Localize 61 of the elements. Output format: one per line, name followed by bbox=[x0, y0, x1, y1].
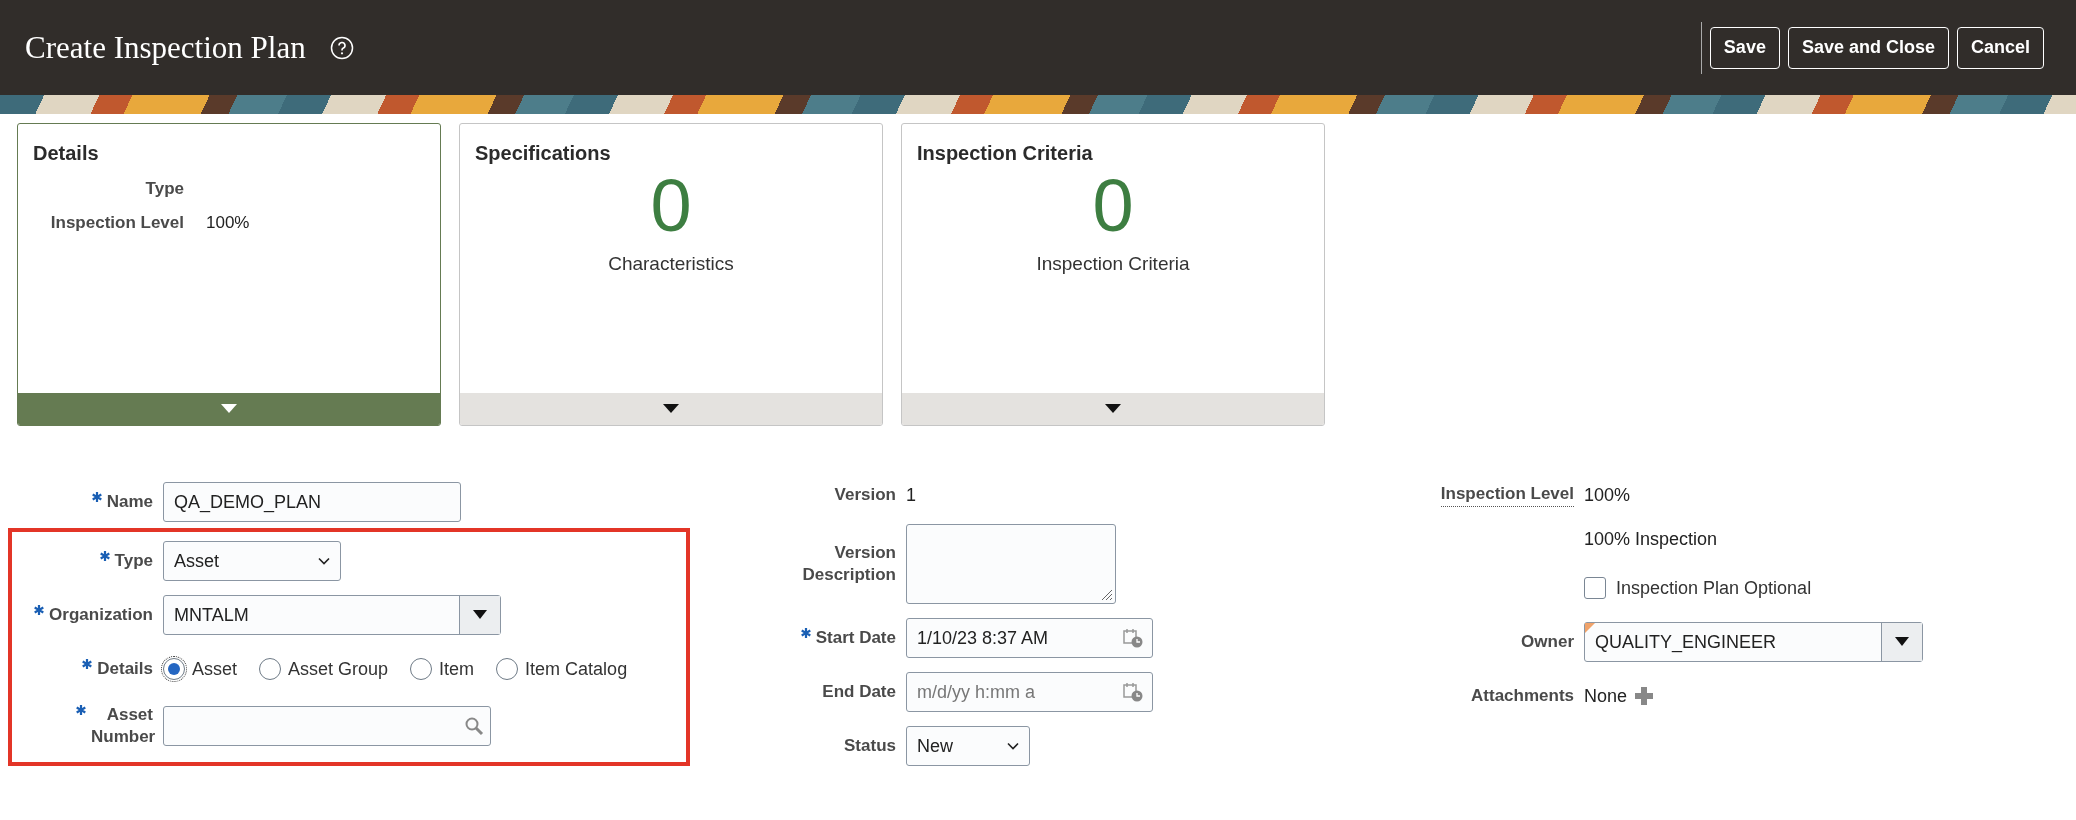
header-button[interactable]: Save and Close bbox=[1787, 26, 1949, 69]
field-label: Name bbox=[106, 490, 153, 513]
header-button[interactable]: Cancel bbox=[1956, 26, 2044, 69]
card-title: Specifications bbox=[474, 141, 612, 165]
triangle-down-icon bbox=[473, 610, 487, 620]
count-caption: Characteristics bbox=[608, 253, 734, 275]
combo-field[interactable]: QUALITY_ENGINEER bbox=[1584, 622, 1923, 662]
search-icon[interactable] bbox=[464, 716, 484, 736]
chevron-down-icon bbox=[1007, 742, 1019, 750]
count-value: 0 bbox=[1092, 169, 1134, 243]
date-field[interactable]: 1/10/23 8:37 AM bbox=[906, 618, 1153, 658]
field-label: Owner bbox=[1521, 630, 1574, 653]
overview-card[interactable]: Specifications 0 Characteristics bbox=[459, 123, 883, 426]
calendar-clock-icon[interactable] bbox=[1122, 681, 1144, 703]
triangle-down-icon bbox=[1105, 404, 1121, 414]
checkbox-option[interactable]: Inspection Plan Optional bbox=[1584, 577, 1812, 599]
card-title: Details bbox=[32, 141, 100, 165]
chevron-down-icon bbox=[318, 557, 330, 565]
resize-grip-icon[interactable] bbox=[1099, 587, 1113, 601]
radio-option[interactable]: Item bbox=[410, 658, 475, 680]
date-field[interactable]: m/d/yy h:mm a bbox=[906, 672, 1153, 712]
triangle-down-icon bbox=[663, 404, 679, 414]
field-label: Version Description bbox=[801, 541, 896, 586]
field-label: Version bbox=[834, 483, 896, 506]
field-value: 100% Inspection bbox=[1584, 528, 1718, 550]
field-label: Inspection Level bbox=[1440, 483, 1574, 507]
field-label: Status bbox=[844, 734, 896, 757]
text-area[interactable] bbox=[906, 524, 1116, 604]
select-field[interactable]: New bbox=[906, 726, 1030, 766]
radio-option[interactable]: Asset bbox=[163, 658, 238, 680]
select-field[interactable]: Asset bbox=[163, 541, 341, 581]
field-label: End Date bbox=[822, 680, 896, 703]
count-caption: Inspection Criteria bbox=[1036, 253, 1190, 275]
name-field[interactable]: QA_DEMO_PLAN bbox=[163, 482, 461, 522]
field-label: Start Date bbox=[815, 626, 896, 649]
field-label: Inspection Level bbox=[49, 213, 184, 233]
search-field[interactable] bbox=[163, 706, 491, 746]
field-label: Asset Number bbox=[91, 703, 153, 748]
overview-card[interactable]: Details Type Inspection Level 100% bbox=[17, 123, 441, 426]
overview-card[interactable]: Inspection Criteria 0 Inspection Criteria bbox=[901, 123, 1325, 426]
radio-option[interactable]: Item Catalog bbox=[496, 658, 628, 680]
field-value: 1 bbox=[906, 484, 916, 506]
page-title: Create Inspection Plan bbox=[25, 29, 306, 66]
field-label: Type bbox=[114, 549, 153, 572]
triangle-down-icon bbox=[1895, 637, 1909, 647]
field-label: Details bbox=[97, 657, 153, 680]
radio-option[interactable]: Asset Group bbox=[259, 658, 389, 680]
field-label: Organization bbox=[49, 603, 153, 626]
calendar-clock-icon[interactable] bbox=[1122, 627, 1144, 649]
header-button[interactable]: Save bbox=[1709, 26, 1780, 69]
field-value: 100% bbox=[206, 213, 250, 233]
triangle-down-icon bbox=[221, 404, 237, 414]
combo-field[interactable]: MNTALM bbox=[163, 595, 501, 635]
field-value: 100% bbox=[1584, 484, 1631, 506]
card-title: Inspection Criteria bbox=[916, 141, 1094, 165]
field-value: None bbox=[1584, 685, 1628, 707]
field-label: Type bbox=[144, 179, 184, 199]
help-icon[interactable] bbox=[329, 35, 354, 60]
field-label: Attachments bbox=[1471, 684, 1574, 707]
count-value: 0 bbox=[650, 169, 692, 243]
add-icon[interactable] bbox=[1633, 685, 1656, 707]
